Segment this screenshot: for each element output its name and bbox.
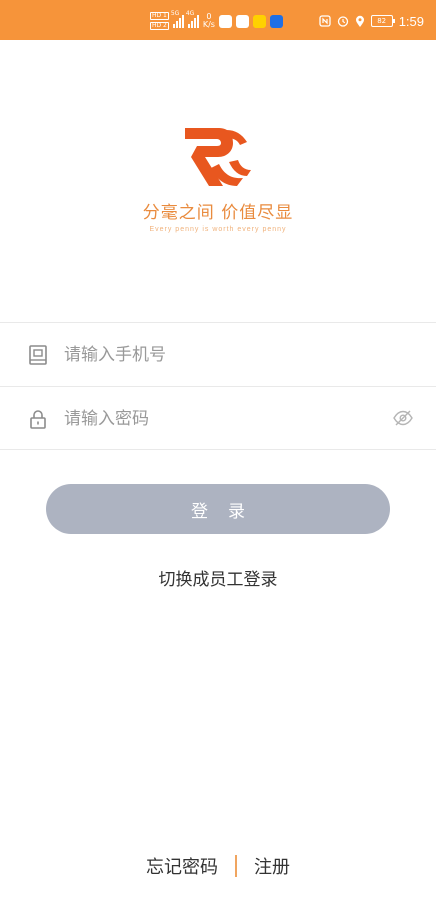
brand-logo-icon: [185, 128, 251, 186]
battery-icon: 82: [370, 15, 395, 27]
shield-app-icon: [269, 14, 283, 28]
login-screen: HD 1 HD 2 5G 4G 0 K/s 82 1:59 分毫之间 价值尽显 …: [0, 0, 436, 900]
switch-employee-login-link[interactable]: 切换成员工登录: [0, 565, 436, 590]
brand-slogan: 分毫之间 价值尽显: [142, 203, 294, 223]
login-button[interactable]: 登录: [46, 484, 390, 534]
eye-off-icon[interactable]: [392, 409, 414, 427]
hd2-label: HD 2: [150, 22, 169, 30]
alarm-icon: [337, 16, 348, 27]
phone-field-row: [0, 322, 436, 384]
phone-input[interactable]: [62, 337, 386, 373]
password-input[interactable]: [62, 401, 386, 437]
location-icon: [355, 15, 364, 27]
network-speed: 0 K/s: [203, 13, 215, 29]
lock-icon: [30, 410, 46, 429]
speed-unit: K/s: [202, 20, 215, 29]
clock-time: 1:59: [398, 13, 424, 29]
meituan-icon: [252, 14, 266, 28]
nfc-icon: [319, 15, 331, 27]
brand-header: 分毫之间 价值尽显 Every penny is worth every pen…: [0, 124, 436, 233]
hd-indicators: HD 1 HD 2: [150, 12, 169, 30]
login-button-label: 登录: [191, 501, 265, 522]
footer-divider: [235, 855, 237, 877]
message-icon: [235, 14, 249, 28]
signal-4g-icon: 4G: [186, 10, 199, 28]
footer-links: 忘记密码 注册: [0, 852, 436, 880]
register-link[interactable]: 注册: [254, 853, 290, 879]
status-bar: HD 1 HD 2 5G 4G 0 K/s 82 1:59: [0, 0, 436, 40]
net-5g-label: 5G: [170, 10, 180, 17]
battery-level: 82: [377, 17, 387, 25]
status-right-icons: 82 1:59: [319, 11, 424, 31]
brand-slogan-en: Every penny is worth every penny: [149, 226, 287, 233]
status-left-icons: HD 1 HD 2 5G 4G 0 K/s: [150, 10, 283, 30]
phone-icon: [29, 345, 47, 365]
switch-employee-login-label: 切换成员工登录: [158, 570, 278, 590]
forgot-password-link[interactable]: 忘记密码: [146, 853, 218, 879]
signal-5g-icon: 5G: [171, 10, 184, 28]
hd1-label: HD 1: [150, 12, 169, 20]
qq-icon: [218, 14, 232, 28]
password-field-row: [0, 386, 436, 450]
net-4g-label: 4G: [185, 10, 195, 17]
